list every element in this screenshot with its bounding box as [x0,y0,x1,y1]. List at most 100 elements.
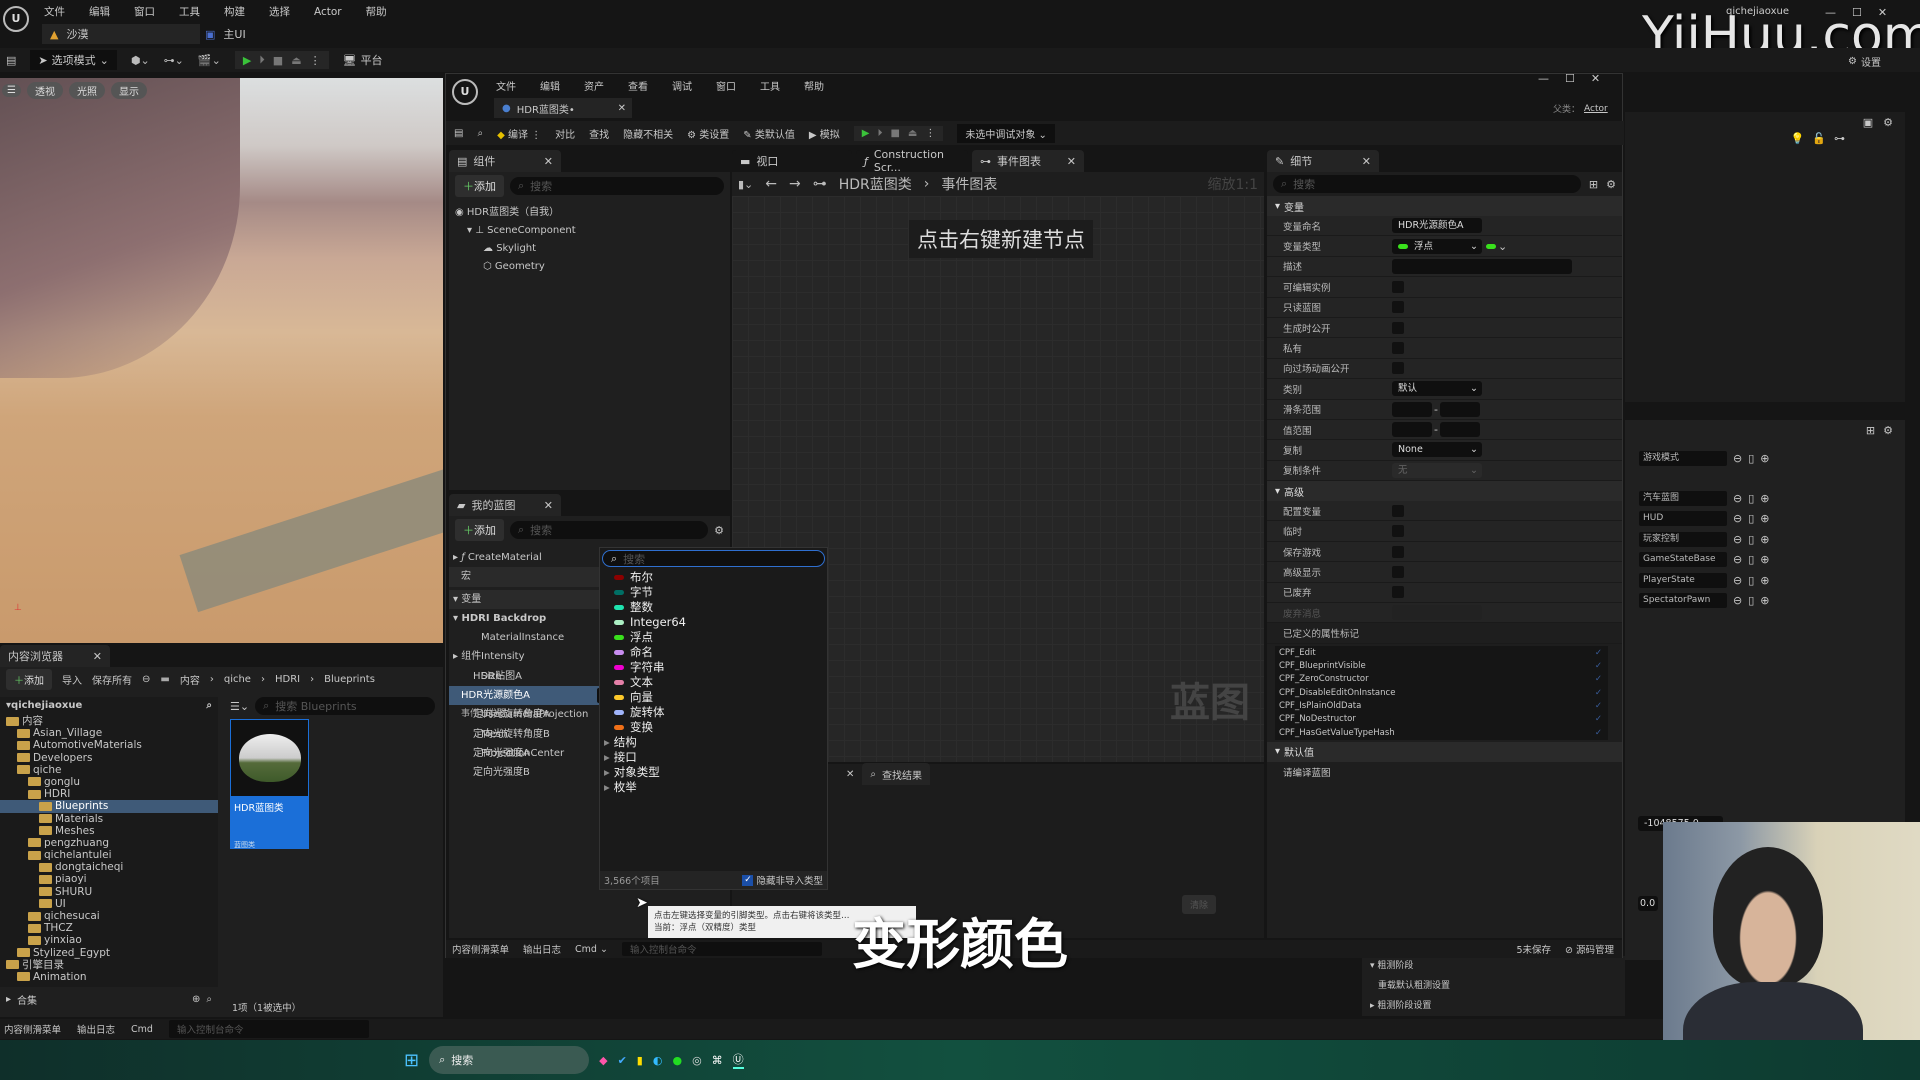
maximize-icon[interactable]: ☐ [1565,72,1575,85]
browse-icon[interactable]: ▯ [1748,553,1754,566]
tab-construction-script[interactable]: ƒ Construction Scr... [856,148,968,174]
console-input[interactable]: 输入控制台命令 [168,1020,369,1038]
use-selected-icon[interactable]: ⊖ [1733,452,1742,465]
grid-icon[interactable]: ⊞ [1589,178,1598,191]
folder-tree-item[interactable]: 引擎目录 [0,959,218,971]
todo-icon[interactable]: ✔ [618,1054,627,1067]
type-group[interactable]: ▸ 枚举 [600,780,827,795]
breadcrumb-qiche[interactable]: qiche [224,674,251,685]
level-viewport[interactable]: ☰ 透视 光照 显示 ⊥ [0,78,443,643]
tab-find-results[interactable]: ⌕ 查找结果 [862,763,930,785]
tab-content-browser[interactable]: 内容浏览器 ✕ [0,645,110,667]
lock-icon[interactable]: 🔓 [1812,132,1826,145]
folder-tree-item[interactable]: Asian_Village [0,727,218,739]
menu-tools[interactable]: 工具 [760,78,780,93]
folder-tree-item[interactable]: Stylized_Egypt [0,947,218,959]
asset-tab[interactable]: ● HDR蓝图类• ✕ [494,98,632,118]
output-log-button[interactable]: 输出日志 [523,942,561,956]
folder-tree-item[interactable]: piaoyi [0,873,218,885]
folder-tree-item[interactable]: Meshes [0,825,218,837]
browse-icon[interactable]: ▯ [1748,512,1754,525]
grid-icon[interactable]: ⊞ [1866,424,1875,437]
search-icon[interactable]: ⌕ [206,700,212,711]
add-icon[interactable]: ⊕ [1760,594,1769,607]
type-option[interactable]: 命名 [600,645,827,660]
step-icon[interactable]: ⏵ [877,128,882,139]
tab-viewport[interactable]: ▬ 视口 [732,150,852,172]
type-search-input[interactable]: ⌕ 搜索 [602,550,825,567]
add-icon[interactable]: ⊕ [1760,574,1769,587]
variables-section[interactable]: ▾ 变量 [449,589,600,609]
type-group[interactable]: ▸ 接口 [600,750,827,765]
checkbox[interactable] [1392,301,1404,314]
step-icon[interactable]: ⏵ [259,53,265,67]
cinematics-icon[interactable]: 🎬⌄ [198,54,221,67]
use-selected-icon[interactable]: ⊖ [1733,492,1742,505]
type-option[interactable]: 浮点 [600,630,827,645]
eject-icon[interactable]: ⏏ [908,128,917,139]
folder-tree-item[interactable]: dongtaicheqi [0,861,218,873]
class-dropdown[interactable]: 游戏模式 [1639,450,1727,466]
breadcrumb-graph[interactable]: 事件图表 [941,174,997,194]
section-coarse[interactable]: ▾ 粗测阶段 [1362,956,1625,973]
unreal-taskbar-icon[interactable]: Ⓤ [732,1051,744,1069]
filter-icon[interactable]: ☰⌄ [230,700,249,713]
gear-icon[interactable]: ⚙ [1883,424,1893,437]
folder-tree-item[interactable]: SHURU [0,886,218,898]
type-option[interactable]: Integer64 [600,615,827,630]
menu-view[interactable]: 查看 [628,78,648,93]
level-tab-desert[interactable]: ▲ 沙漠 [42,24,200,44]
more-icon[interactable]: ⋮ [310,54,321,67]
slider-min-input[interactable] [1392,401,1432,417]
bookmark-icon[interactable]: ▮⌄ [738,178,753,191]
type-option[interactable]: 布尔 [600,570,827,585]
save-icon[interactable]: ▤ [6,54,16,67]
show-button[interactable]: 显示 [110,82,147,99]
tab-details[interactable]: ✎ 细节 ✕ [1267,150,1379,172]
folder-tree-item[interactable]: qichelantulei [0,849,218,861]
type-option[interactable]: 字节 [600,585,827,600]
add-icon[interactable]: ⊕ [1760,492,1769,505]
close-icon[interactable]: ✕ [93,650,102,663]
close-icon[interactable]: ✕ [544,499,553,512]
browse-icon[interactable]: ▯ [1748,574,1754,587]
cmd-dropdown[interactable]: Cmd [131,1024,153,1035]
folder-tree-item[interactable]: Animation [0,971,218,983]
collections-row[interactable]: ▸ 合集 ⊕ ⌕ [0,991,218,1007]
menu-help[interactable]: 帮助 [804,78,824,93]
checkbox[interactable] [1392,525,1404,538]
add-icon[interactable]: ⊕ [1760,512,1769,525]
output-log-button[interactable]: 输出日志 [77,1022,115,1036]
folder-tree-item[interactable]: Materials [0,813,218,825]
simulate-button[interactable]: ▶ 模拟 [809,126,840,141]
type-group[interactable]: ▸ 结构 [600,735,827,750]
checkbox[interactable] [1392,565,1404,578]
menu-window[interactable]: 窗口 [716,78,736,93]
replication-condition-dropdown[interactable]: 无 ⌄ [1392,462,1482,478]
close-icon[interactable]: ✕ [1067,155,1076,168]
sticky-notes-icon[interactable]: ▮ [637,1054,643,1067]
content-drawer-button[interactable]: 内容侧滑菜单 [4,1022,61,1036]
eject-icon[interactable]: ⏏ [291,54,301,67]
menu-build[interactable]: 构建 [224,4,245,19]
menu-tools[interactable]: 工具 [179,4,200,19]
clear-button[interactable]: 清除 [1182,895,1217,914]
add-icon[interactable]: ⊕ [1760,533,1769,546]
find-button[interactable]: 查找 [589,126,609,141]
asset-tile[interactable]: HDR蓝图类 蓝图类 [230,719,309,849]
description-input[interactable] [1392,258,1572,274]
select-mode-dropdown[interactable]: ➤ 选项模式 ⌄ [30,50,117,70]
class-dropdown[interactable]: PlayerState [1639,572,1727,588]
use-selected-icon[interactable]: ⊖ [1733,594,1742,607]
folder-tree-item[interactable]: yinxiao [0,934,218,946]
obs-icon[interactable]: ◎ [692,1054,702,1067]
capcut-icon[interactable]: ⌘ [712,1054,723,1067]
breadcrumb-hdri[interactable]: HDRI [275,674,300,685]
blueprint-icon[interactable]: ⊶⌄ [164,54,184,67]
level-tab-main-ui[interactable]: ▣ 主UI [205,24,246,44]
menu-file[interactable]: 文件 [496,78,516,93]
value-min-input[interactable] [1392,422,1432,438]
content-drawer-button[interactable]: 内容侧滑菜单 [452,942,509,956]
use-selected-icon[interactable]: ⊖ [1733,512,1742,525]
details-search-input[interactable]: ⌕ 搜索 [1273,175,1581,193]
